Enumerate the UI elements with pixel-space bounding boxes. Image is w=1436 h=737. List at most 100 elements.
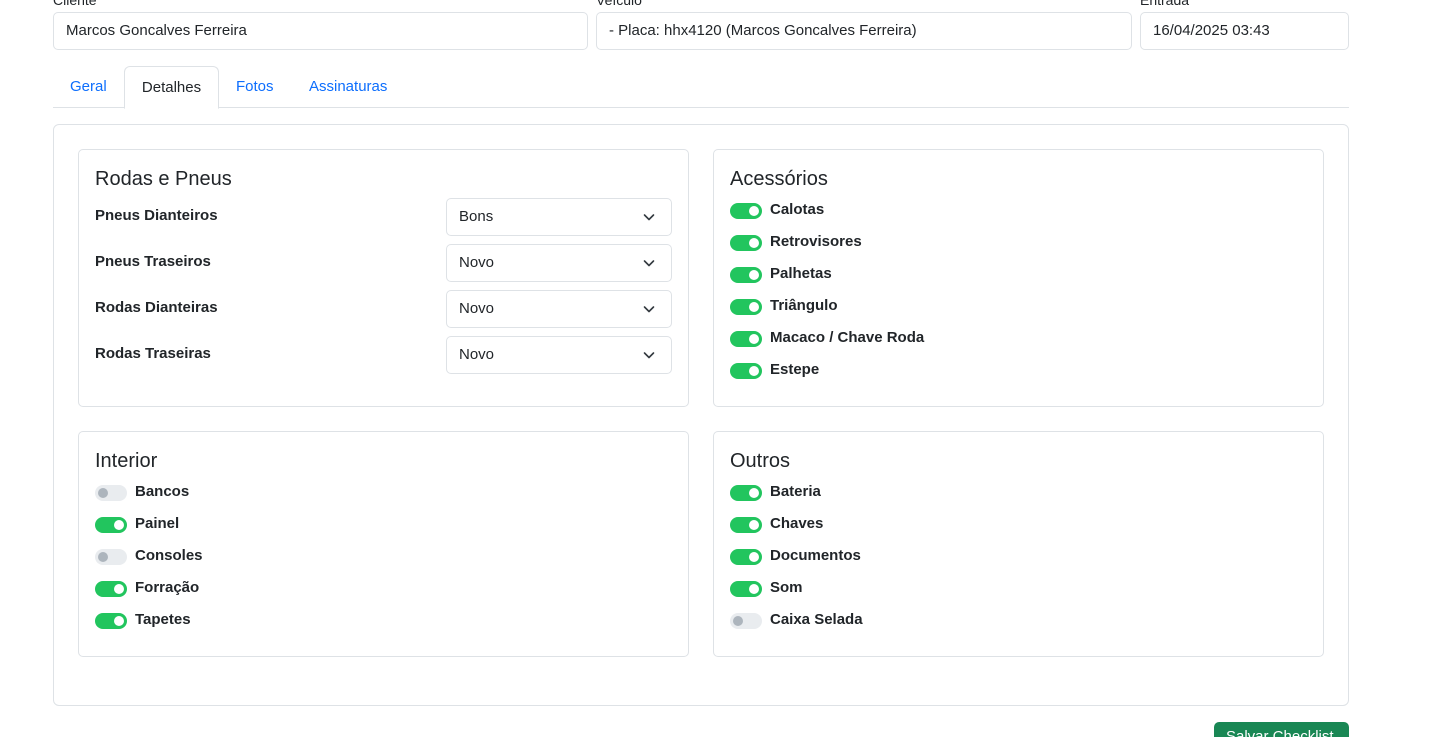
checklist-page: Cliente Marcos Goncalves Ferreira Veícul… (0, 0, 1436, 737)
rodas-dianteiras-row: Rodas Dianteiras Novo (95, 290, 672, 328)
toggle-knob (749, 488, 759, 498)
toggle-row: Triângulo (730, 296, 1130, 316)
toggle-knob (749, 238, 759, 248)
toggle-knob (749, 270, 759, 280)
toggle-knob (749, 334, 759, 344)
toggle-switch[interactable] (95, 613, 127, 629)
select-label: Rodas Dianteiras (95, 299, 218, 316)
rodas-traseiras-select[interactable]: Novo (446, 336, 672, 374)
toggle-knob (749, 552, 759, 562)
toggle-switch[interactable] (730, 267, 762, 283)
veiculo-input[interactable]: - Placa: hhx4120 (Marcos Goncalves Ferre… (596, 12, 1132, 50)
toggle-label: Som (770, 579, 803, 596)
toggle-knob (114, 520, 124, 530)
cliente-input[interactable]: Marcos Goncalves Ferreira (53, 12, 588, 50)
section-title: Rodas e Pneus (95, 168, 232, 190)
entrada-label: Entrada (1140, 0, 1190, 8)
toggle-switch[interactable] (730, 613, 762, 629)
toggle-switch[interactable] (730, 363, 762, 379)
toggle-row: Retrovisores (730, 232, 1130, 252)
save-checklist-button[interactable]: Salvar Checklist (1214, 722, 1349, 737)
toggle-knob (749, 302, 759, 312)
tab-detalhes[interactable]: Detalhes (124, 66, 219, 109)
toggle-row: Calotas (730, 200, 1130, 220)
toggle-label: Calotas (770, 201, 825, 218)
interior-section: Interior Bancos Painel Consoles Forração… (78, 431, 689, 657)
pneus-traseiros-select[interactable]: Novo (446, 244, 672, 282)
toggle-switch[interactable] (730, 235, 762, 251)
toggle-switch[interactable] (95, 517, 127, 533)
rodas-dianteiras-select[interactable]: Novo (446, 290, 672, 328)
toggle-knob (114, 584, 124, 594)
toggle-row: Som (730, 578, 1130, 598)
tab-assinaturas[interactable]: Assinaturas (309, 66, 387, 108)
toggle-knob (98, 552, 108, 562)
detalhes-panel: Rodas e Pneus Pneus Dianteiros Bons Pneu… (53, 124, 1349, 706)
toggle-row: Chaves (730, 514, 1130, 534)
pneus-dianteiros-select[interactable]: Bons (446, 198, 672, 236)
toggle-switch[interactable] (730, 331, 762, 347)
toggle-label: Bateria (770, 483, 821, 500)
toggle-row: Bancos (95, 482, 495, 502)
toggle-switch[interactable] (730, 485, 762, 501)
outros-section: Outros Bateria Chaves Documentos Som Cai… (713, 431, 1324, 657)
toggle-switch[interactable] (95, 485, 127, 501)
pneus-dianteiros-row: Pneus Dianteiros Bons (95, 198, 672, 236)
toggle-label: Consoles (135, 547, 203, 564)
toggle-label: Painel (135, 515, 180, 532)
toggle-switch[interactable] (730, 581, 762, 597)
select-label: Rodas Traseiras (95, 345, 211, 362)
toggle-knob (749, 206, 759, 216)
toggle-label: Macaco / Chave Roda (770, 329, 925, 346)
rodas-pneus-section: Rodas e Pneus Pneus Dianteiros Bons Pneu… (78, 149, 689, 407)
toggle-switch[interactable] (730, 549, 762, 565)
toggle-row: Caixa Selada (730, 610, 1130, 630)
toggle-label: Chaves (770, 515, 824, 532)
cliente-label: Cliente (53, 0, 97, 8)
chevron-down-icon (643, 260, 655, 267)
toggle-row: Documentos (730, 546, 1130, 566)
toggle-label: Estepe (770, 361, 820, 378)
tab-geral[interactable]: Geral (70, 66, 107, 108)
chevron-down-icon (643, 214, 655, 221)
select-value: Bons (459, 208, 494, 225)
toggle-switch[interactable] (95, 581, 127, 597)
section-title: Outros (730, 450, 791, 472)
rodas-traseiras-row: Rodas Traseiras Novo (95, 336, 672, 374)
toggle-knob (733, 616, 743, 626)
acessorios-section: Acessórios Calotas Retrovisores Palhetas… (713, 149, 1324, 407)
toggle-label: Palhetas (770, 265, 832, 282)
select-value: Novo (459, 300, 495, 317)
section-title: Interior (95, 450, 158, 472)
entrada-input[interactable]: 16/04/2025 03:43 (1140, 12, 1349, 50)
veiculo-label: Veículo (596, 0, 642, 8)
select-value: Novo (459, 346, 495, 363)
toggle-switch[interactable] (730, 517, 762, 533)
toggle-row: Bateria (730, 482, 1130, 502)
toggle-row: Painel (95, 514, 495, 534)
toggle-label: Forração (135, 579, 200, 596)
toggle-row: Macaco / Chave Roda (730, 328, 1130, 348)
pneus-traseiros-row: Pneus Traseiros Novo (95, 244, 672, 282)
toggle-switch[interactable] (730, 299, 762, 315)
toggle-label: Tapetes (135, 611, 191, 628)
toggle-row: Tapetes (95, 610, 495, 630)
select-label: Pneus Dianteiros (95, 207, 218, 224)
toggle-label: Retrovisores (770, 233, 862, 250)
chevron-down-icon (643, 306, 655, 313)
toggle-knob (749, 584, 759, 594)
toggle-label: Triângulo (770, 297, 838, 314)
toggle-switch[interactable] (730, 203, 762, 219)
toggle-row: Consoles (95, 546, 495, 566)
toggle-label: Bancos (135, 483, 190, 500)
toggle-knob (749, 366, 759, 376)
toggle-knob (749, 520, 759, 530)
toggle-switch[interactable] (95, 549, 127, 565)
toggle-label: Caixa Selada (770, 611, 863, 628)
tab-fotos[interactable]: Fotos (236, 66, 274, 108)
toggle-label: Documentos (770, 547, 861, 564)
section-title: Acessórios (730, 168, 828, 190)
select-value: Novo (459, 254, 495, 271)
toggle-row: Palhetas (730, 264, 1130, 284)
tab-bar: Geral Detalhes Fotos Assinaturas (53, 66, 1349, 109)
